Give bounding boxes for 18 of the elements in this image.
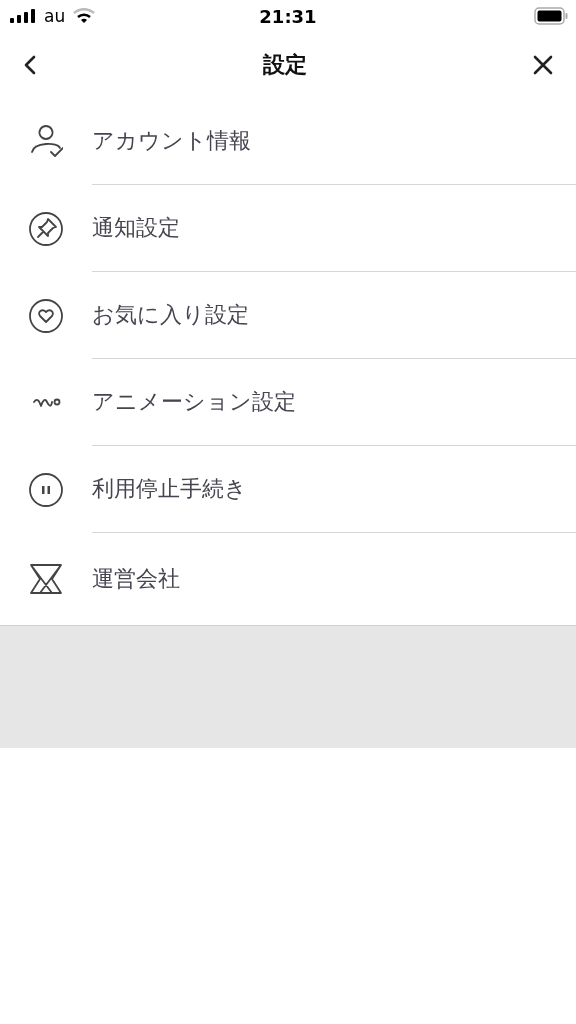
settings-item[interactable]: 利用停止手続き [0, 446, 576, 533]
settings-item[interactable]: アニメーション設定 [0, 359, 576, 446]
settings-item[interactable]: お気に入り設定 [0, 272, 576, 359]
pause-icon [29, 472, 63, 507]
squiggle-icon [31, 396, 61, 409]
back-icon [22, 54, 38, 76]
clock-time: 21:31 [258, 5, 318, 27]
wifi-icon [73, 8, 96, 24]
battery-icon [534, 7, 568, 25]
signal-icon [10, 9, 36, 23]
pushpin-icon [29, 211, 63, 246]
page-title: 設定 [263, 51, 307, 79]
carrier-name: au [44, 6, 66, 26]
person-check-icon [29, 124, 63, 159]
settings-item[interactable]: アカウント情報 [0, 98, 576, 185]
settings-item[interactable]: 通知設定 [0, 185, 576, 272]
close-icon [532, 54, 554, 76]
hourglass-logo-icon [29, 562, 63, 596]
